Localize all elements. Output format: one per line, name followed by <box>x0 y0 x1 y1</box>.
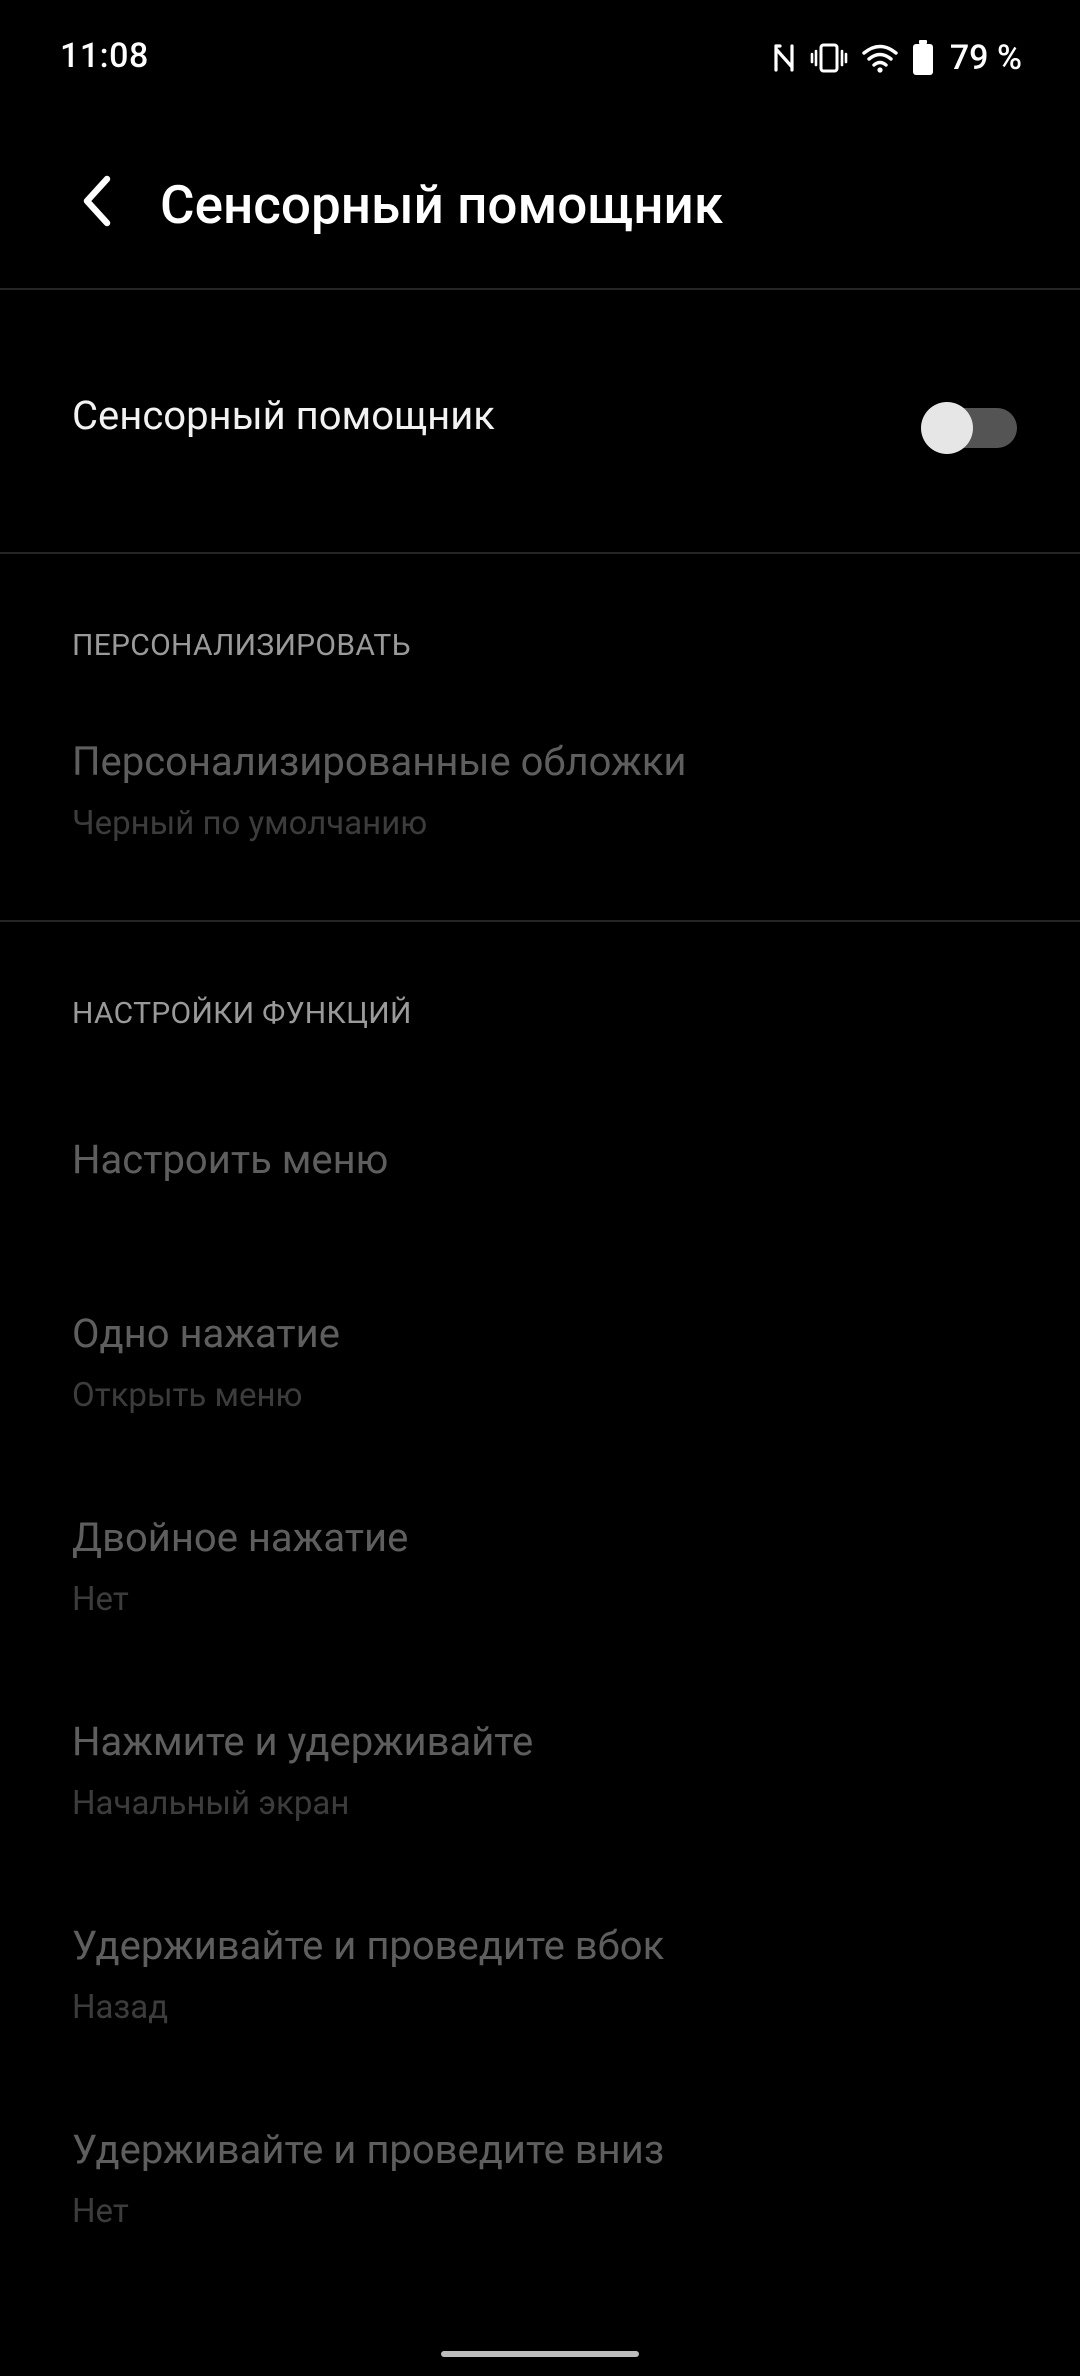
gesture-navigation-handle[interactable] <box>441 2351 639 2357</box>
back-arrow-icon <box>83 175 111 227</box>
status-bar: 11:08 79 % <box>0 0 1080 120</box>
wifi-icon <box>862 43 898 73</box>
item-summary: Черный по умолчанию <box>72 804 428 843</box>
touch-assistant-switch[interactable] <box>921 402 1017 454</box>
single-tap-item[interactable]: Одно нажатие Открыть меню <box>0 1270 1080 1460</box>
status-icons: 79 % <box>758 36 1022 80</box>
item-title: Персонализированные обложки <box>72 738 687 785</box>
item-summary: Начальный экран <box>72 1784 350 1823</box>
double-tap-item[interactable]: Двойное нажатие Нет <box>0 1474 1080 1664</box>
nfc-icon <box>772 43 796 73</box>
touch-assistant-toggle-row[interactable]: Сенсорный помощник <box>0 290 1080 552</box>
page-title: Сенсорный помощник <box>160 174 724 236</box>
item-summary: Нет <box>72 1580 129 1619</box>
hold-swipe-side-item[interactable]: Удерживайте и проведите вбок Назад <box>0 1882 1080 2072</box>
item-summary: Открыть меню <box>72 1376 303 1415</box>
item-title: Удерживайте и проведите вниз <box>72 2126 665 2173</box>
app-bar: Сенсорный помощник <box>0 120 1080 288</box>
toggle-label: Сенсорный помощник <box>72 392 495 439</box>
item-title: Удерживайте и проведите вбок <box>72 1922 665 1969</box>
item-summary: Нет <box>72 2192 129 2231</box>
item-title: Двойное нажатие <box>72 1514 409 1561</box>
vibrate-icon <box>810 42 848 74</box>
battery-icon <box>912 40 934 76</box>
hold-swipe-down-item[interactable]: Удерживайте и проведите вниз Нет <box>0 2086 1080 2276</box>
switch-thumb <box>921 402 973 454</box>
item-title: Одно нажатие <box>72 1310 340 1357</box>
section-header-personalize: ПЕРСОНАЛИЗИРОВАТЬ <box>72 628 411 663</box>
status-time: 11:08 <box>60 36 149 76</box>
battery-percent: 79 % <box>949 38 1022 78</box>
item-summary: Назад <box>72 1988 169 2027</box>
divider <box>0 920 1080 922</box>
section-header-function-settings: НАСТРОЙКИ ФУНКЦИЙ <box>72 996 412 1031</box>
item-title: Настроить меню <box>72 1136 389 1183</box>
long-press-item[interactable]: Нажмите и удерживайте Начальный экран <box>0 1678 1080 1868</box>
divider <box>0 552 1080 554</box>
back-button[interactable] <box>62 166 132 236</box>
item-title: Нажмите и удерживайте <box>72 1718 534 1765</box>
customize-menu-item[interactable]: Настроить меню <box>0 1080 1080 1240</box>
custom-skins-item[interactable]: Персонализированные обложки Черный по ум… <box>0 700 1080 920</box>
